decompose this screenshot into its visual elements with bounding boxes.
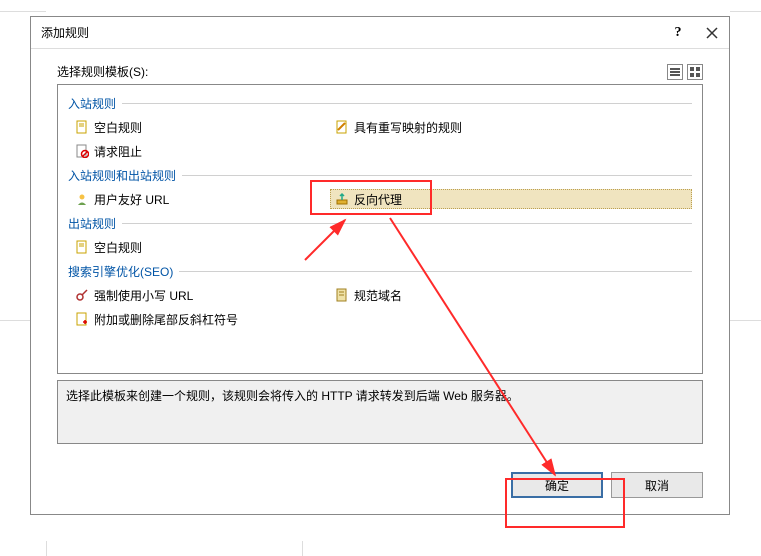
divider: [179, 271, 692, 272]
group-header-label: 出站规则: [68, 215, 116, 232]
grid-icon: [689, 66, 701, 78]
template-label: 具有重写映射的规则: [354, 119, 462, 136]
template-list[interactable]: 入站规则 空白规则 具有重写映射的规则 请求阻止: [57, 84, 703, 374]
template-label: 空白规则: [94, 119, 142, 136]
template-item-block[interactable]: 请求阻止: [70, 141, 330, 161]
bg-line: [730, 320, 761, 321]
template-item-lowercase[interactable]: 强制使用小写 URL: [70, 285, 330, 305]
template-label: 强制使用小写 URL: [94, 287, 193, 304]
view-list-button[interactable]: [667, 64, 683, 80]
template-item-mapping[interactable]: 具有重写映射的规则: [330, 117, 692, 137]
group-header-outbound: 出站规则: [68, 211, 692, 235]
bg-line: [730, 11, 761, 12]
template-label: 反向代理: [354, 191, 402, 208]
template-label: 用户友好 URL: [94, 191, 169, 208]
bg-line: [46, 541, 47, 556]
template-item-trailing[interactable]: 附加或删除尾部反斜杠符号: [70, 309, 330, 329]
ok-button[interactable]: 确定: [511, 472, 603, 498]
group-header-label: 搜索引擎优化(SEO): [68, 263, 173, 280]
titlebar[interactable]: 添加规则 ?: [31, 17, 729, 49]
divider: [122, 103, 692, 104]
template-item-userfriendly[interactable]: 用户友好 URL: [70, 189, 330, 209]
bg-line: [0, 11, 46, 12]
group-header-in-out: 入站规则和出站规则: [68, 163, 692, 187]
group-header-seo: 搜索引擎优化(SEO): [68, 259, 692, 283]
document-icon: [74, 239, 90, 255]
dialog-title: 添加规则: [41, 24, 661, 41]
close-button[interactable]: [695, 17, 729, 49]
divider: [182, 175, 692, 176]
template-label: 空白规则: [94, 239, 142, 256]
button-bar: 确定 取消: [31, 458, 729, 514]
template-item-blank-outbound[interactable]: 空白规则: [70, 237, 330, 257]
document-add-icon: [74, 311, 90, 327]
bg-line: [0, 320, 30, 321]
template-item-canonical[interactable]: 规范域名: [330, 285, 692, 305]
block-icon: [74, 143, 90, 159]
divider: [122, 223, 692, 224]
close-icon: [706, 27, 718, 39]
help-button[interactable]: ?: [661, 17, 695, 49]
group-header-inbound: 入站规则: [68, 91, 692, 115]
template-item-blank-inbound[interactable]: 空白规则: [70, 117, 330, 137]
template-item-reverseproxy[interactable]: 反向代理: [330, 189, 692, 209]
description-panel: 选择此模板来创建一个规则，该规则会将传入的 HTTP 请求转发到后端 Web 服…: [57, 380, 703, 444]
list-icon: [669, 66, 681, 78]
group-header-label: 入站规则和出站规则: [68, 167, 176, 184]
cancel-button[interactable]: 取消: [611, 472, 703, 498]
description-text: 选择此模板来创建一个规则，该规则会将传入的 HTTP 请求转发到后端 Web 服…: [66, 389, 519, 403]
template-label: 附加或删除尾部反斜杠符号: [94, 311, 238, 328]
view-mode-buttons: [667, 64, 703, 80]
view-grid-button[interactable]: [687, 64, 703, 80]
add-rule-dialog: 添加规则 ? 选择规则模板(S):: [30, 16, 730, 515]
bg-line: [302, 541, 303, 556]
dialog-content: 选择规则模板(S):: [31, 49, 729, 458]
tool-icon: [74, 287, 90, 303]
document-icon: [74, 119, 90, 135]
group-header-label: 入站规则: [68, 95, 116, 112]
template-select-label: 选择规则模板(S):: [57, 63, 148, 80]
template-label: 请求阻止: [94, 143, 142, 160]
document-edit-icon: [334, 119, 350, 135]
person-icon: [74, 191, 90, 207]
template-label: 规范域名: [354, 287, 402, 304]
proxy-icon: [334, 191, 350, 207]
document-icon: [334, 287, 350, 303]
